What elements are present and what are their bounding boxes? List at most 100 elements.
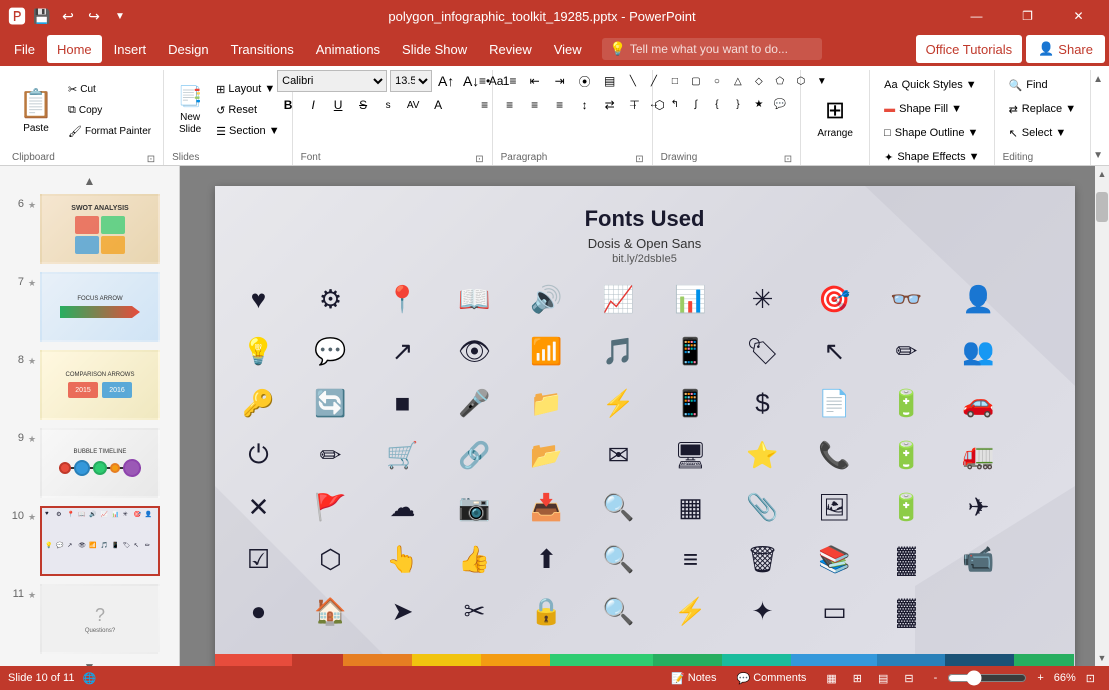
shape-effects-button[interactable]: ✦ Shape Effects ▼ <box>878 146 985 168</box>
quick-access-save[interactable]: 💾 <box>32 6 52 26</box>
text-direction-button[interactable]: ⇄ <box>599 94 621 116</box>
shape-outline-button[interactable]: □ Shape Outline ▼ <box>878 122 984 144</box>
shape-triangle-btn[interactable]: △ <box>727 70 749 92</box>
slideshow-button[interactable]: ⊟ <box>898 670 919 687</box>
shape-double-arrow-btn[interactable]: ↔ <box>643 93 665 115</box>
replace-button[interactable]: ⇄ Replace ▼ <box>1003 98 1083 120</box>
slide-thumb-6[interactable]: 6 ★ SWOT ANALYSIS <box>4 192 175 266</box>
slide-thumb-10[interactable]: 10 ★ ♥ ⚙ 📍 📖 🔊 📈 📊 ✳ 🎯 👤 💡 💬 ↗ <box>4 504 175 578</box>
shape-rect-btn[interactable]: □ <box>664 70 686 92</box>
numbering-button[interactable]: 1≡ <box>499 70 521 92</box>
slide-canvas[interactable]: Fonts Used Dosis & Open Sans bit.ly/2dsb… <box>215 186 1075 666</box>
ribbon-scroll-up[interactable]: ▲ <box>1091 72 1105 87</box>
italic-button[interactable]: I <box>302 94 324 116</box>
arrange-button[interactable]: ⊞ Arrange <box>809 83 861 153</box>
underline-button[interactable]: U <box>327 94 349 116</box>
scroll-down-slides[interactable]: ▼ <box>4 660 175 666</box>
bullets-button[interactable]: ≡• <box>474 70 496 92</box>
cut-button[interactable]: ✂Cut <box>64 79 155 99</box>
drawing-expand-icon[interactable]: ⊡ <box>784 154 792 165</box>
shape-curve-btn[interactable]: ∫ <box>685 93 707 115</box>
clipboard-expand-icon[interactable]: ⊡ <box>147 154 155 165</box>
align-center-button[interactable]: ≡ <box>499 94 521 116</box>
zoom-slider[interactable] <box>947 670 1027 686</box>
font-size-select[interactable]: 13.5 <box>390 70 432 92</box>
menu-item-transitions[interactable]: Transitions <box>221 35 304 63</box>
fit-slide-button[interactable]: ⊡ <box>1080 670 1101 687</box>
menu-item-insert[interactable]: Insert <box>104 35 157 63</box>
reset-button[interactable]: ↺ Reset <box>212 100 284 120</box>
font-expand-icon[interactable]: ⊡ <box>475 154 483 165</box>
columns-button[interactable]: ⦿ <box>574 70 596 92</box>
shape-callout-btn[interactable]: 💬 <box>769 93 791 115</box>
window-close[interactable]: ✕ <box>1056 0 1101 32</box>
paragraph-expand-icon[interactable]: ⊡ <box>635 154 643 165</box>
slide-thumb-11[interactable]: 11 ★ ? Questions? <box>4 582 175 656</box>
justify-button[interactable]: ≡ <box>549 94 571 116</box>
menu-item-review[interactable]: Review <box>479 35 542 63</box>
normal-view-button[interactable]: ▦ <box>820 670 842 687</box>
window-restore[interactable]: ❐ <box>1005 0 1050 32</box>
indent-increase-button[interactable]: ⇥ <box>549 70 571 92</box>
menu-item-design[interactable]: Design <box>158 35 218 63</box>
quick-styles-button[interactable]: Aa Quick Styles ▼ <box>878 74 983 96</box>
smartart-button[interactable]: ▤ <box>599 70 621 92</box>
scroll-up-arrow[interactable]: ▲ <box>1095 166 1109 182</box>
copy-button[interactable]: ⧉Copy <box>64 100 155 120</box>
format-painter-button[interactable]: 🖌Format Painter <box>64 121 155 141</box>
indent-decrease-button[interactable]: ⇤ <box>524 70 546 92</box>
align-left-button[interactable]: ≡ <box>474 94 496 116</box>
align-right-button[interactable]: ≡ <box>524 94 546 116</box>
select-button[interactable]: ↖ Select ▼ <box>1003 122 1073 144</box>
menu-item-view[interactable]: View <box>544 35 592 63</box>
slide-thumb-8[interactable]: 8 ★ COMPARISON ARROWS 2015 2016 <box>4 348 175 422</box>
shape-bend-arrow-btn[interactable]: ↰ <box>664 93 686 115</box>
font-size-increase-button[interactable]: A↑ <box>435 70 457 92</box>
slide-sorter-button[interactable]: ⊞ <box>847 670 868 687</box>
menu-item-home[interactable]: Home <box>47 35 102 63</box>
scroll-thumb[interactable] <box>1096 192 1108 222</box>
quick-access-undo[interactable]: ↩ <box>58 6 78 26</box>
font-color-button[interactable]: A <box>427 94 449 116</box>
zoom-decrease-button[interactable]: - <box>928 670 944 686</box>
zoom-increase-button[interactable]: + <box>1031 670 1049 686</box>
shape-circle-btn[interactable]: ○ <box>706 70 728 92</box>
shape-line-btn[interactable]: ╱ <box>643 70 665 92</box>
shape-custom1-btn[interactable]: { <box>706 93 728 115</box>
office-tutorials-button[interactable]: Office Tutorials <box>916 35 1022 63</box>
char-spacing-button[interactable]: AV <box>402 94 424 116</box>
shape-fill-button[interactable]: ▬ Shape Fill ▼ <box>878 98 968 120</box>
paste-button[interactable]: 📋 Paste <box>12 80 60 140</box>
slide-thumb-7[interactable]: 7 ★ FOCUS ARROW <box>4 270 175 344</box>
section-button[interactable]: ☰ Section ▼ <box>212 121 284 141</box>
new-slide-button[interactable]: 📑 NewSlide <box>172 80 208 140</box>
comments-button[interactable]: 💬 Comments <box>731 670 813 687</box>
tell-me-input[interactable]: 💡 Tell me what you want to do... <box>602 38 822 60</box>
window-minimize[interactable]: — <box>954 0 999 32</box>
menu-item-animations[interactable]: Animations <box>306 35 390 63</box>
quick-access-redo[interactable]: ↪ <box>84 6 104 26</box>
shape-rounded-btn[interactable]: ▢ <box>685 70 707 92</box>
bold-button[interactable]: B <box>277 94 299 116</box>
quick-access-customize[interactable]: ▼ <box>110 6 130 26</box>
slide-thumb-9[interactable]: 9 ★ BUBBLE TIMELINE <box>4 426 175 500</box>
strikethrough-button[interactable]: S <box>352 94 374 116</box>
scroll-down-arrow[interactable]: ▼ <box>1095 650 1109 666</box>
shape-star-btn[interactable]: ★ <box>748 93 770 115</box>
shadow-button[interactable]: s <box>377 94 399 116</box>
menu-item-slideshow[interactable]: Slide Show <box>392 35 477 63</box>
menu-item-file[interactable]: File <box>4 35 45 63</box>
shape-arrow-btn[interactable]: → <box>622 93 644 115</box>
find-button[interactable]: 🔍 Find <box>1003 74 1054 96</box>
font-name-select[interactable]: Calibri <box>277 70 387 92</box>
scroll-up-slides[interactable]: ▲ <box>4 174 175 188</box>
shape-diamond-btn[interactable]: ◇ <box>748 70 770 92</box>
shape-select-btn[interactable]: ╲ <box>622 70 644 92</box>
shape-pentagon-btn[interactable]: ⬠ <box>769 70 791 92</box>
share-button[interactable]: 👤 Share <box>1026 35 1105 63</box>
shape-custom2-btn[interactable]: } <box>727 93 749 115</box>
notes-button[interactable]: 📝 Notes <box>665 670 722 687</box>
line-spacing-button[interactable]: ↕ <box>574 94 596 116</box>
reading-view-button[interactable]: ▤ <box>872 670 894 687</box>
ribbon-scroll-down[interactable]: ▼ <box>1091 148 1105 163</box>
